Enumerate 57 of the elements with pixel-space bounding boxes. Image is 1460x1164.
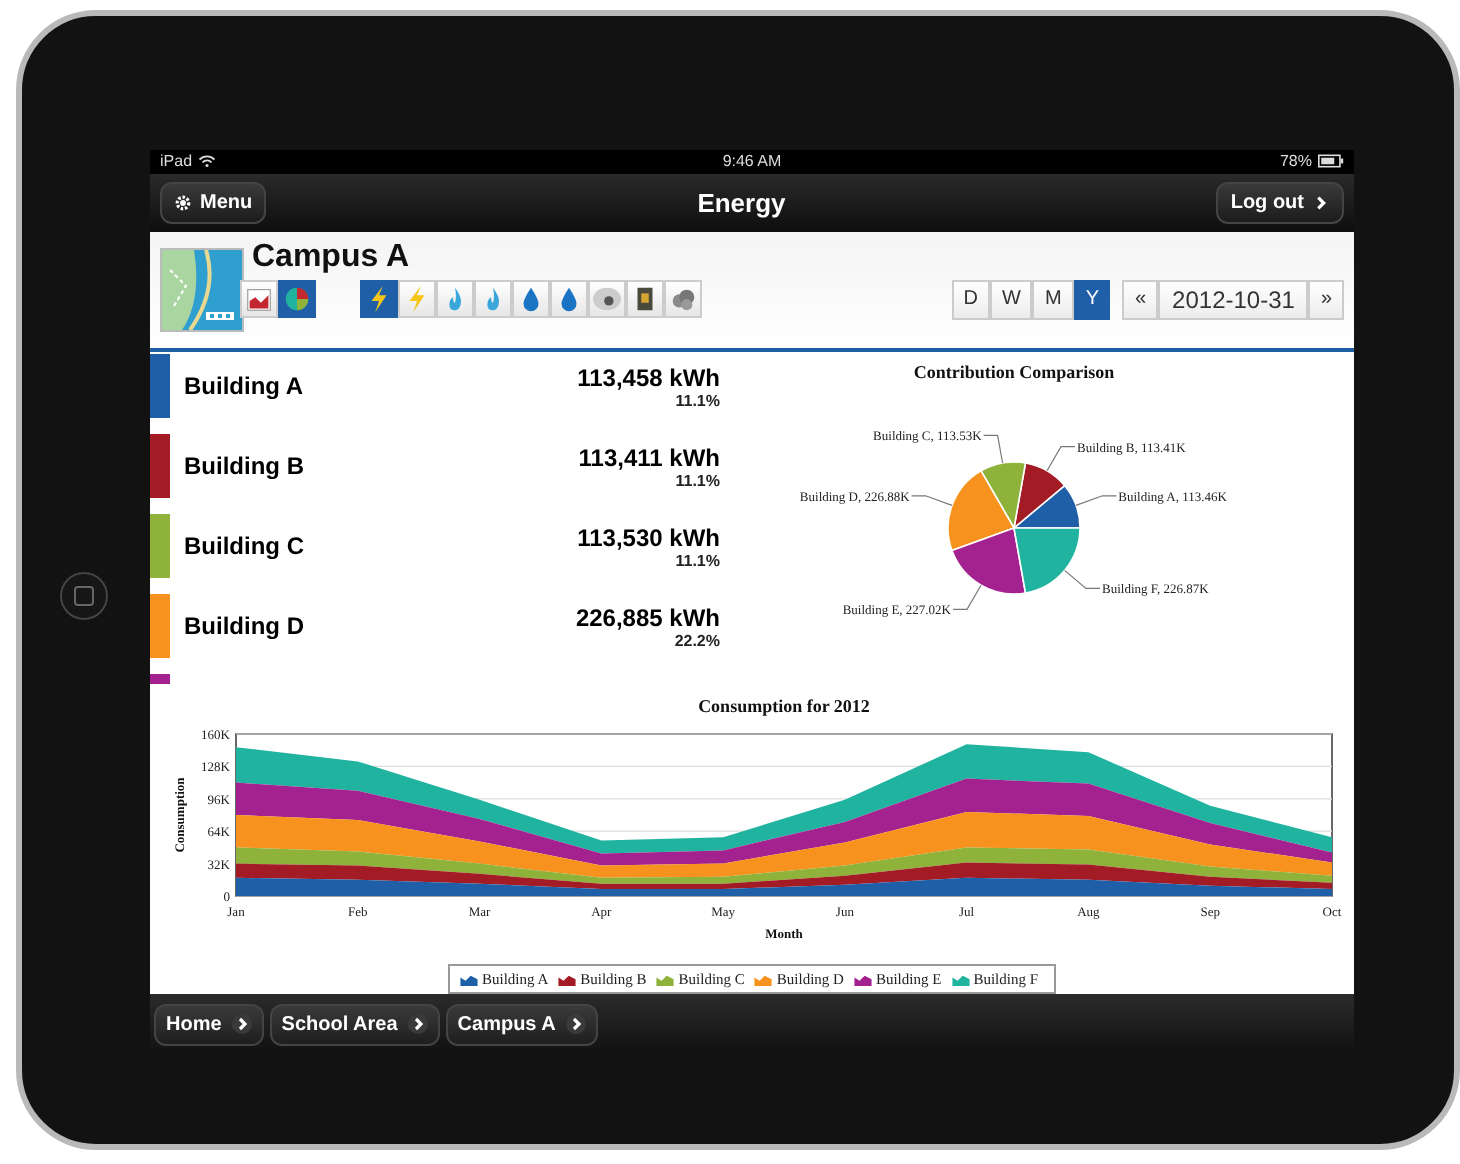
consumption-value: 113,530 kWh [577,523,720,552]
leader-line [983,435,1004,465]
campus-title: Campus A [252,239,412,278]
period-tab[interactable]: D [951,279,991,320]
building-name: Building D [184,612,306,641]
logout-button[interactable]: Log out [1216,181,1344,224]
breadcrumb-link[interactable]: Home [154,1003,264,1046]
share-percent: 11.1% [675,551,720,570]
cloud-icon [668,284,698,315]
home-button[interactable] [60,572,108,620]
area-chart-icon [951,973,970,986]
next-button[interactable]: » [1308,279,1344,320]
building-name: Building C [184,532,306,561]
chart-title: Consumption for 2012 [698,696,870,717]
leader-line [1075,495,1117,507]
map-icon [160,247,244,332]
share-percent: 11.1% [675,391,720,410]
chevron-icon [565,1014,586,1035]
device-name: iPad [160,152,193,171]
share-percent: 11.1% [675,471,720,490]
leader-line [911,495,953,507]
previous-button[interactable]: « [1122,279,1159,320]
breadcrumb-link[interactable]: School Area [269,1003,440,1046]
period-tab[interactable]: M [1032,279,1074,320]
clock: 9:46 AM [722,152,782,171]
wifi-icon [198,154,217,169]
consumption-value: 113,458 kWh [577,363,720,392]
view-button[interactable] [278,280,316,319]
chevron-icon [1312,193,1330,212]
area-chart-icon [460,973,478,986]
battery-icon [1317,154,1344,169]
share-percent: 22.2% [674,631,720,650]
leader-line [952,585,982,611]
building-name: Building A [184,372,306,401]
battery-level: 78% [1279,152,1312,171]
page-title: Energy [697,187,786,218]
date-field[interactable]: 2012-10-31 [1158,279,1309,320]
area-chart-icon [558,973,577,986]
leader-line [1064,570,1101,590]
pie-chart-icon [282,284,312,315]
leader-line [1046,446,1076,473]
chart-title: Contribution Comparison [913,362,1115,383]
chevron-icon [407,1014,428,1035]
period-tab[interactable]: Y [1073,279,1111,320]
consumption-value: 113,411 kWh [578,443,720,472]
settings-icon [174,193,192,212]
resource-button[interactable] [360,280,398,319]
period-tab[interactable]: W [990,279,1033,320]
area-chart-icon [656,973,675,986]
area-chart-icon [754,973,773,986]
building-name: Building B [184,452,306,481]
menu-button[interactable]: Menu [160,181,267,224]
area-chart-icon [853,973,872,986]
consumption-value: 226,885 kWh [575,603,720,632]
breadcrumb-link[interactable]: Campus A [445,1003,598,1046]
chevron-icon [231,1014,252,1035]
bar-chart-icon [244,284,274,315]
